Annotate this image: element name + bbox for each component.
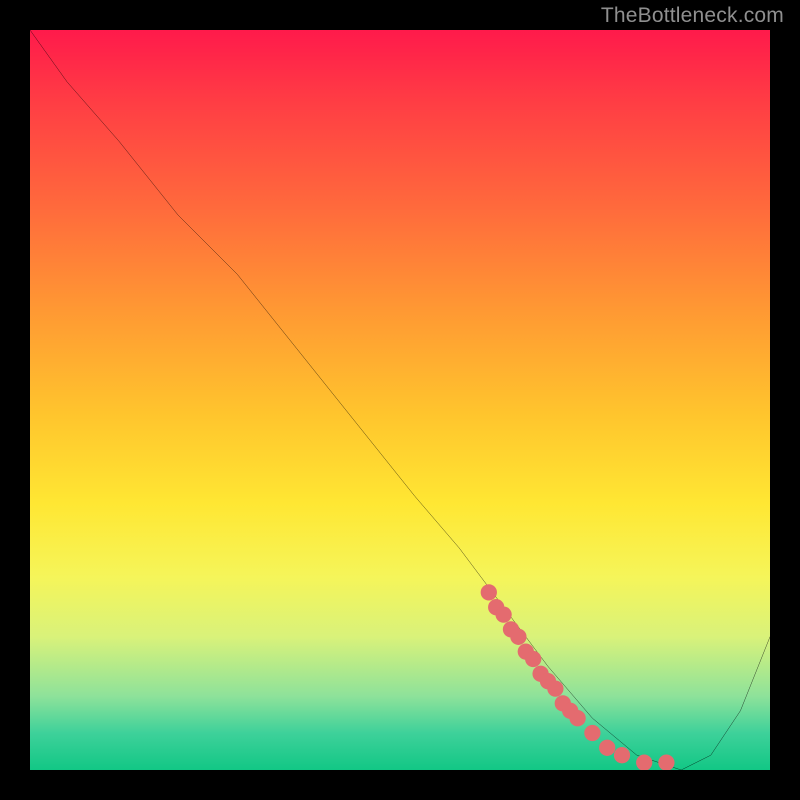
data-point	[569, 710, 585, 726]
data-point	[636, 754, 652, 770]
curve-path	[30, 30, 770, 770]
point-cluster	[481, 584, 675, 770]
data-point	[584, 725, 600, 741]
data-point	[614, 747, 630, 763]
data-point	[503, 621, 519, 637]
attribution-text: TheBottleneck.com	[601, 4, 784, 28]
data-point	[510, 629, 526, 645]
chart-svg	[30, 30, 770, 770]
data-point	[481, 584, 497, 600]
chart-plot-area	[30, 30, 770, 770]
data-point	[599, 740, 615, 756]
data-point	[525, 651, 541, 667]
data-point	[555, 695, 571, 711]
data-point	[547, 680, 563, 696]
data-point	[518, 643, 534, 659]
data-point	[540, 673, 556, 689]
page-frame: TheBottleneck.com	[0, 0, 800, 800]
data-point	[488, 599, 504, 615]
data-point	[658, 754, 674, 770]
data-point	[562, 703, 578, 719]
data-point	[495, 606, 511, 622]
data-point	[532, 666, 548, 682]
